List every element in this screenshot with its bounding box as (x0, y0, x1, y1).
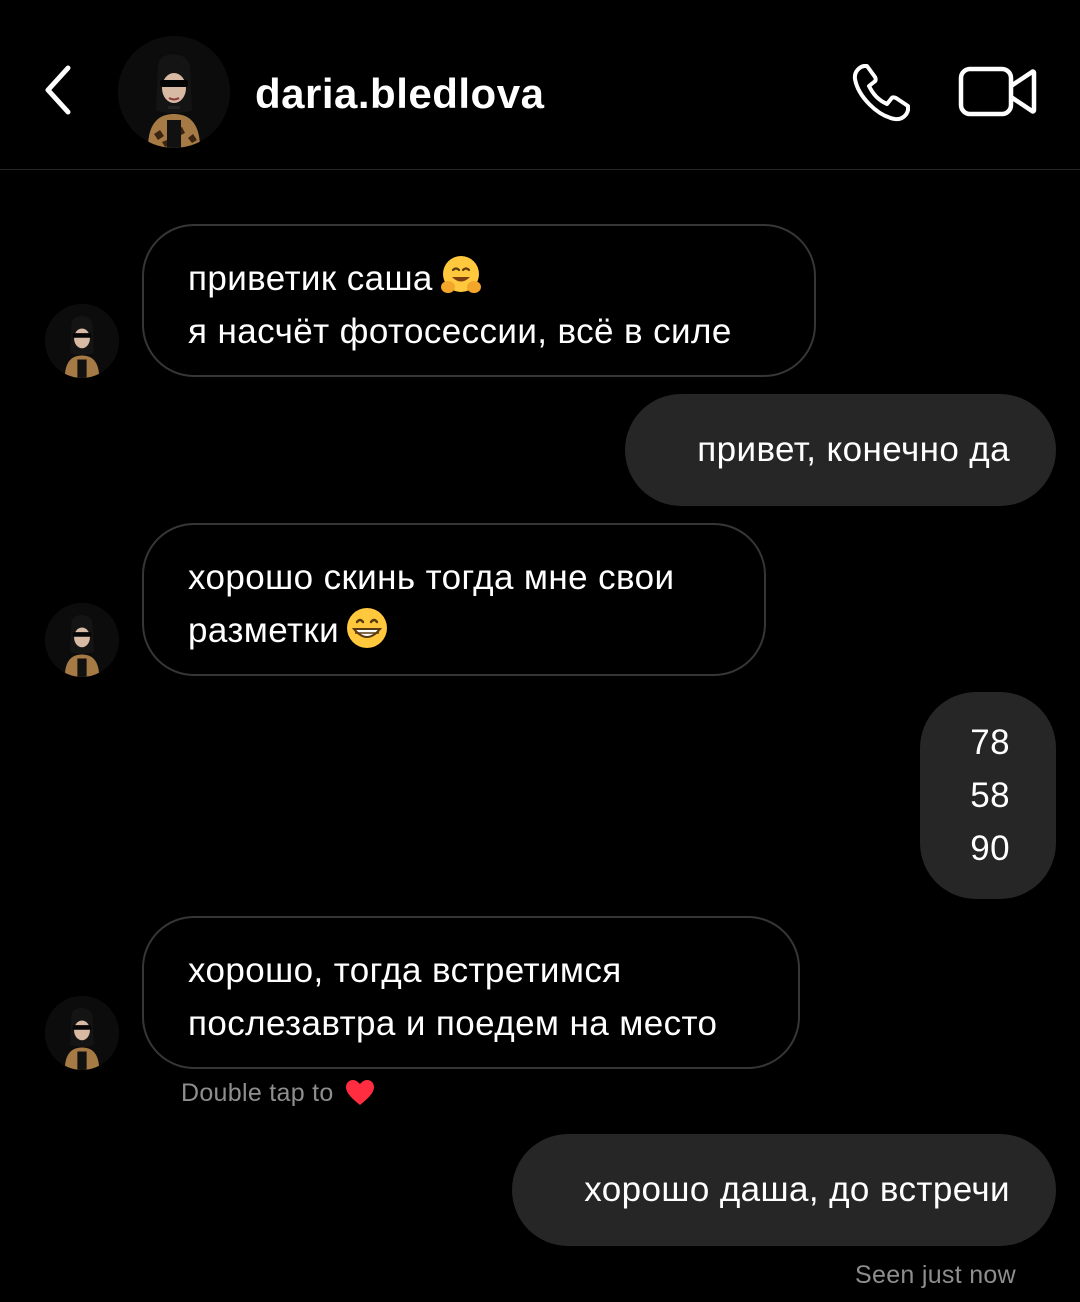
avatar-photo (45, 603, 119, 677)
chat-header: daria.bledlova (0, 0, 1080, 170)
video-call-button[interactable] (958, 64, 1038, 120)
double-tap-hint: Double tap to (181, 1079, 375, 1108)
message-bubble-outgoing[interactable]: 78 58 90 (920, 692, 1056, 899)
profile-avatar[interactable] (118, 36, 230, 148)
message-line: 78 (970, 723, 1010, 762)
avatar-photo (45, 996, 119, 1070)
chat-username[interactable]: daria.bledlova (255, 66, 544, 122)
sender-avatar[interactable] (45, 996, 119, 1070)
message-line: хорошо скинь тогда мне свои (188, 558, 675, 597)
message-line: 90 (970, 829, 1010, 868)
phone-icon (852, 64, 910, 122)
message-bubble-outgoing[interactable]: хорошо даша, до встречи (512, 1134, 1056, 1246)
message-bubble-incoming[interactable]: хорошо скинь тогда мне свои разметки (142, 523, 766, 676)
back-button[interactable] (36, 58, 82, 122)
sender-avatar[interactable] (45, 603, 119, 677)
message-line: я насчёт фотосессии, всё в силе (188, 312, 732, 351)
message-line: разметки (188, 604, 720, 657)
avatar-photo (118, 36, 230, 148)
chevron-left-icon (45, 65, 71, 115)
video-camera-icon (958, 66, 1037, 117)
message-line: хорошо, тогда встретимся (188, 951, 622, 990)
message-line: послезавтра и поедем на место (188, 1004, 718, 1043)
seen-status: Seen just now (855, 1261, 1016, 1289)
message-bubble-outgoing[interactable]: привет, конечно да (625, 394, 1056, 506)
audio-call-button[interactable] (850, 60, 914, 124)
avatar-photo (45, 304, 119, 378)
sender-avatar[interactable] (45, 304, 119, 378)
message-line: приветик саша (188, 252, 770, 305)
hugging-face-emoji (439, 254, 483, 298)
message-line: 58 (970, 776, 1010, 815)
message-bubble-incoming[interactable]: приветик саша я насчёт фотосессии, всё в… (142, 224, 816, 377)
grinning-face-emoji (345, 606, 389, 650)
heart-icon (345, 1080, 374, 1105)
message-line: хорошо даша, до встречи (584, 1170, 1010, 1209)
message-bubble-incoming[interactable]: хорошо, тогда встретимся послезавтра и п… (142, 916, 800, 1069)
message-line: привет, конечно да (697, 430, 1010, 469)
